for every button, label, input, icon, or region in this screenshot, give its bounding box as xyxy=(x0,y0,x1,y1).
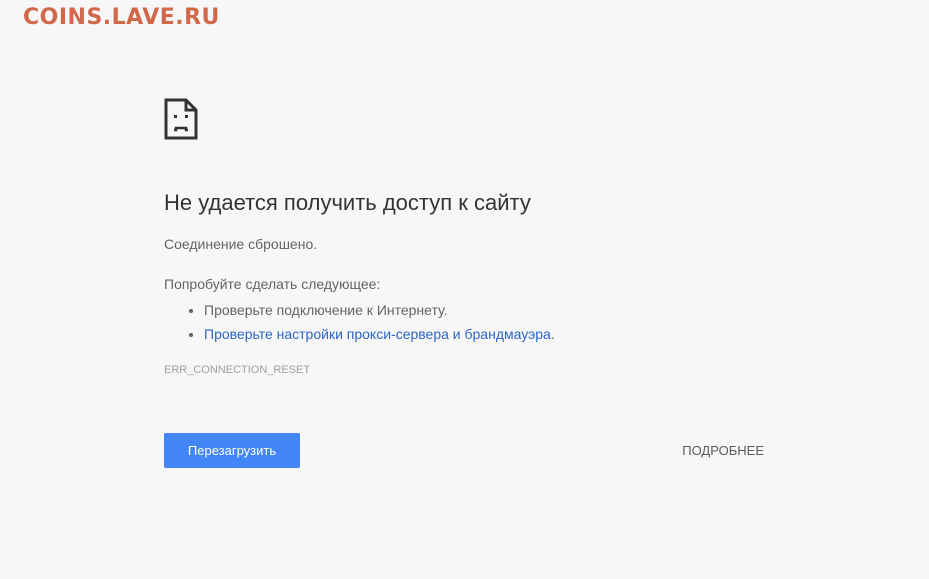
list-item: Проверьте подключение к Интернету. xyxy=(204,298,555,322)
list-item: Проверьте настройки прокси-сервера и бра… xyxy=(204,322,555,346)
error-description: Соединение сброшено. xyxy=(164,236,318,252)
suggestions-list: Проверьте подключение к Интернету. Прове… xyxy=(164,298,555,346)
reload-button[interactable]: Перезагрузить xyxy=(164,433,300,468)
error-code: ERR_CONNECTION_RESET xyxy=(164,364,311,376)
suggestion-suffix: . xyxy=(550,326,555,342)
sad-page-icon xyxy=(164,98,198,140)
proxy-settings-link[interactable]: Проверьте настройки прокси-сервера и бра… xyxy=(204,326,551,342)
watermark: COINS.LAVE.RU xyxy=(23,5,220,30)
details-button[interactable]: ПОДРОБНЕЕ xyxy=(682,433,764,468)
page-title: Не удается получить доступ к сайту xyxy=(164,190,531,215)
suggestions-heading: Попробуйте сделать следующее: xyxy=(164,276,381,292)
error-content: Не удается получить доступ к сайту Соеди… xyxy=(164,98,784,468)
suggestion-text: Проверьте подключение к Интернету. xyxy=(204,302,448,318)
